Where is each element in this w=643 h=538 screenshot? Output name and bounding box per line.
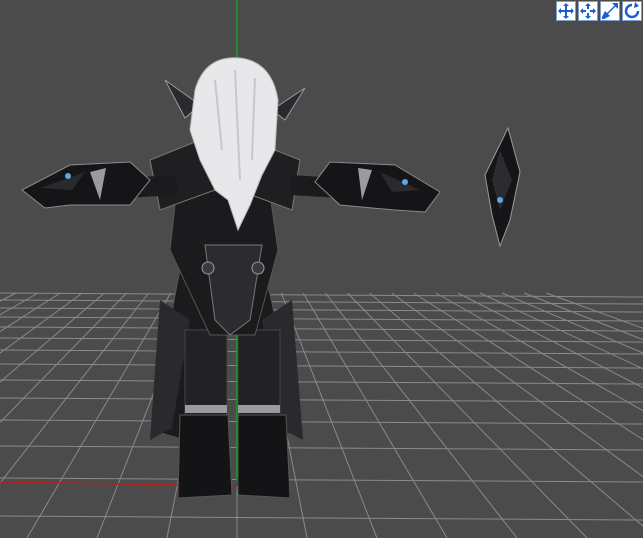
scene-canvas[interactable] [0,0,643,538]
character-model[interactable] [21,57,441,499]
move-xz-icon [580,3,596,19]
rotate-icon [624,2,640,19]
floor-grid [0,292,643,538]
scale-button[interactable] [600,1,620,21]
move-xy-icon [558,3,574,19]
move-xz-button[interactable] [578,1,598,21]
move-xy-button[interactable] [556,1,576,21]
3d-viewport[interactable] [0,0,643,538]
floating-weapon-model[interactable] [484,126,521,248]
rotate-button[interactable] [622,1,642,21]
transform-toolbar [555,0,643,22]
scale-icon [602,3,618,19]
